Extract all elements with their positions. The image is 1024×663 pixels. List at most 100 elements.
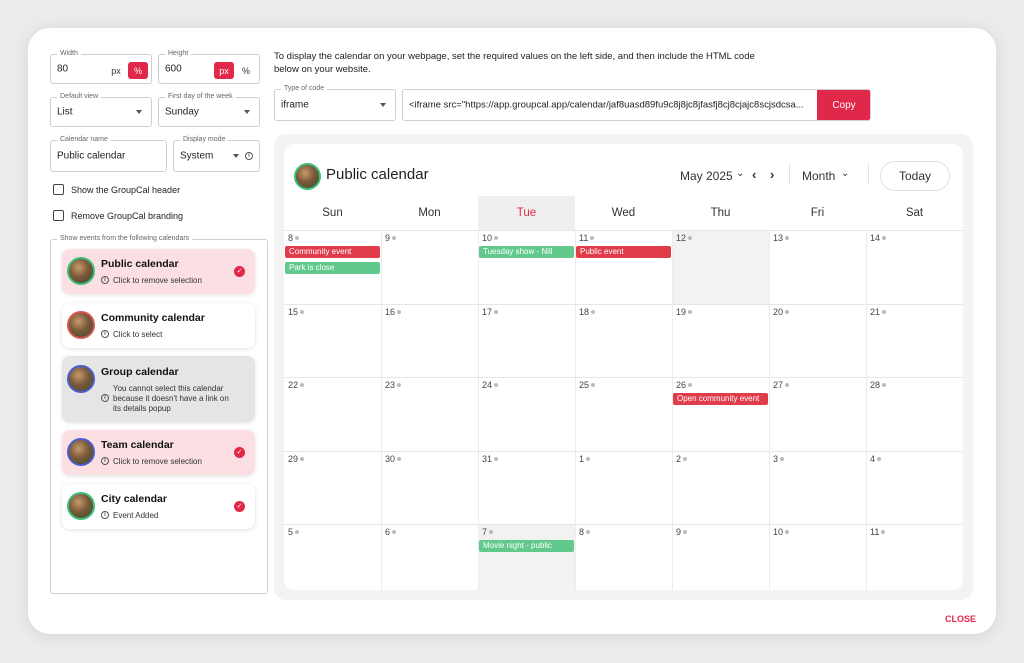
day-cell[interactable]: 1 <box>579 454 591 464</box>
add-event-icon[interactable] <box>392 236 397 240</box>
width-unit-percent[interactable]: % <box>128 62 148 79</box>
day-cell[interactable]: 19 <box>676 307 693 317</box>
day-cell[interactable]: 3 <box>773 454 785 464</box>
day-cell[interactable]: 30 <box>385 454 402 464</box>
calendar-event[interactable]: Community event <box>285 246 380 258</box>
close-button[interactable]: CLOSE <box>945 614 976 624</box>
add-event-icon[interactable] <box>397 383 402 387</box>
day-cell[interactable]: 27 <box>773 380 790 390</box>
add-event-icon[interactable] <box>300 456 305 461</box>
add-event-icon[interactable] <box>295 236 300 240</box>
day-cell[interactable]: 6 <box>385 527 397 537</box>
day-cell[interactable]: 29 <box>288 454 305 464</box>
day-cell[interactable]: 14 <box>870 233 887 243</box>
day-cell[interactable]: 17 <box>482 307 499 317</box>
calendar-event[interactable]: Open community event <box>673 393 768 405</box>
day-cell[interactable]: 11 <box>870 527 886 537</box>
add-event-icon[interactable] <box>785 530 790 534</box>
add-event-icon[interactable] <box>591 309 596 314</box>
add-event-icon[interactable] <box>586 530 591 534</box>
chevron-down-icon[interactable]: ⌄ <box>736 168 744 179</box>
day-cell[interactable]: 4 <box>870 454 882 464</box>
add-event-icon[interactable] <box>785 236 790 240</box>
day-cell[interactable]: 26 <box>676 380 693 390</box>
add-event-icon[interactable] <box>683 456 688 461</box>
day-cell[interactable]: 20 <box>773 307 790 317</box>
remove-branding-checkbox[interactable] <box>53 210 64 221</box>
calendar-option-public[interactable]: Public calendar i Click to remove selecti… <box>62 249 255 294</box>
add-event-icon[interactable] <box>882 309 887 314</box>
add-event-icon[interactable] <box>877 456 882 461</box>
add-event-icon[interactable] <box>300 383 305 387</box>
next-month-icon[interactable]: › <box>770 167 774 182</box>
day-cell[interactable]: 18 <box>579 307 596 317</box>
add-event-icon[interactable] <box>688 236 693 240</box>
add-event-icon[interactable] <box>688 383 693 387</box>
add-event-icon[interactable] <box>295 530 300 534</box>
height-unit-percent[interactable]: % <box>236 62 256 79</box>
add-event-icon[interactable] <box>785 383 790 387</box>
day-cell[interactable]: 22 <box>288 380 305 390</box>
width-field[interactable]: Width 80 px % <box>50 49 152 84</box>
day-cell[interactable]: 9 <box>676 527 688 537</box>
day-cell[interactable]: 9 <box>385 233 397 243</box>
add-event-icon[interactable] <box>590 236 595 240</box>
add-event-icon[interactable] <box>494 456 499 461</box>
day-cell[interactable]: 31 <box>482 454 499 464</box>
add-event-icon[interactable] <box>780 456 785 461</box>
calendar-option-community[interactable]: Community calendar i Click to select <box>62 303 255 348</box>
add-event-icon[interactable] <box>494 383 499 387</box>
add-event-icon[interactable] <box>785 309 790 314</box>
add-event-icon[interactable] <box>392 530 397 534</box>
day-cell[interactable]: 21 <box>870 307 887 317</box>
day-cell[interactable]: 25 <box>579 380 596 390</box>
day-cell[interactable]: 15 <box>288 307 305 317</box>
calendar-event[interactable]: Park is close <box>285 262 380 274</box>
prev-month-icon[interactable]: ‹ <box>752 167 756 182</box>
display-mode-select[interactable]: Display mode System i <box>173 135 260 172</box>
day-cell[interactable]: 11 <box>579 233 595 243</box>
day-cell[interactable]: 12 <box>676 233 693 243</box>
add-event-icon[interactable] <box>397 456 402 461</box>
add-event-icon[interactable] <box>683 530 688 534</box>
day-cell[interactable]: 5 <box>288 527 300 537</box>
day-cell[interactable]: 8 <box>579 527 591 537</box>
day-cell[interactable]: 10 <box>482 233 499 243</box>
add-event-icon[interactable] <box>882 383 887 387</box>
code-type-select[interactable]: Type of code iframe <box>274 84 396 121</box>
view-selector[interactable]: Month <box>802 169 835 183</box>
add-event-icon[interactable] <box>489 530 494 534</box>
calendar-name-field[interactable]: Calendar name Public calendar <box>50 135 167 172</box>
day-cell[interactable]: 8 <box>288 233 300 243</box>
add-event-icon[interactable] <box>591 383 596 387</box>
day-cell[interactable]: 16 <box>385 307 402 317</box>
default-view-select[interactable]: Default view List <box>50 92 152 127</box>
height-unit-px[interactable]: px <box>214 62 234 79</box>
calendar-event[interactable]: Movie night - public <box>479 540 574 552</box>
day-cell[interactable]: 23 <box>385 380 402 390</box>
height-field[interactable]: Height 600 px % <box>158 49 260 84</box>
add-event-icon[interactable] <box>882 236 887 240</box>
width-unit-px[interactable]: px <box>106 62 126 79</box>
add-event-icon[interactable] <box>688 309 693 314</box>
show-header-checkbox[interactable] <box>53 184 64 195</box>
day-cell[interactable]: 24 <box>482 380 499 390</box>
day-cell[interactable]: 7 <box>482 527 494 537</box>
info-icon[interactable]: i <box>245 152 253 160</box>
day-cell[interactable]: 10 <box>773 527 790 537</box>
calendar-option-team[interactable]: Team calendar i Click to remove selection… <box>62 430 255 475</box>
add-event-icon[interactable] <box>881 530 886 534</box>
copy-button[interactable]: Copy <box>817 90 870 120</box>
month-selector[interactable]: May 2025 <box>680 169 733 183</box>
day-cell[interactable]: 28 <box>870 380 887 390</box>
chevron-down-icon[interactable]: ⌄ <box>841 168 849 179</box>
calendar-option-city[interactable]: City calendar i Event Added ✓ <box>62 484 255 529</box>
today-button[interactable]: Today <box>880 161 950 191</box>
code-snippet-box[interactable]: <iframe src="https://app.groupcal.app/ca… <box>402 89 871 121</box>
add-event-icon[interactable] <box>586 456 591 461</box>
add-event-icon[interactable] <box>494 309 499 314</box>
day-cell[interactable]: 13 <box>773 233 790 243</box>
add-event-icon[interactable] <box>300 309 305 314</box>
first-day-select[interactable]: First day of the week Sunday <box>158 92 260 127</box>
day-cell[interactable]: 2 <box>676 454 688 464</box>
